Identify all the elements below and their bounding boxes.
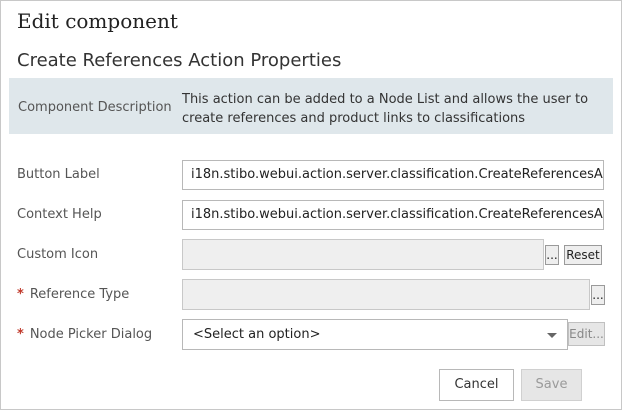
- required-marker: *: [17, 327, 24, 342]
- node-picker-selected-value: <Select an option>: [193, 327, 321, 342]
- button-label-label: Button Label: [17, 167, 100, 182]
- reference-type-label: Reference Type: [29, 287, 130, 302]
- edit-component-dialog: Edit component Create References Action …: [0, 0, 622, 410]
- reference-type-field[interactable]: [182, 279, 590, 310]
- reference-type-browse-button[interactable]: ...: [591, 285, 605, 305]
- dialog-subtitle: Create References Action Properties: [17, 50, 342, 71]
- custom-icon-label: Custom Icon: [17, 247, 99, 262]
- node-picker-dialog-label: Node Picker Dialog: [29, 327, 153, 342]
- node-picker-label-row: * Node Picker Dialog: [17, 327, 152, 342]
- node-picker-edit-button[interactable]: Edit...: [568, 322, 605, 346]
- component-description-text: This action can be added to a Node List …: [182, 92, 589, 126]
- context-help-label: Context Help: [17, 207, 102, 222]
- save-button[interactable]: Save: [521, 369, 582, 401]
- cancel-button[interactable]: Cancel: [439, 369, 514, 401]
- context-help-field[interactable]: i18n.stibo.webui.action.server.classific…: [182, 200, 604, 230]
- required-marker: *: [17, 287, 24, 302]
- custom-icon-reset-button[interactable]: Reset: [564, 245, 602, 265]
- component-description-panel: Component Description This action can be…: [9, 78, 613, 134]
- button-label-field[interactable]: i18n.stibo.webui.action.server.classific…: [182, 160, 604, 190]
- component-description-label: Component Description: [18, 100, 172, 115]
- custom-icon-field[interactable]: [182, 239, 544, 270]
- dialog-title: Edit component: [17, 9, 178, 33]
- reference-type-label-row: * Reference Type: [17, 287, 129, 302]
- custom-icon-browse-button[interactable]: ...: [545, 245, 559, 265]
- chevron-down-icon: [547, 333, 557, 338]
- node-picker-dialog-select[interactable]: <Select an option>: [182, 319, 568, 350]
